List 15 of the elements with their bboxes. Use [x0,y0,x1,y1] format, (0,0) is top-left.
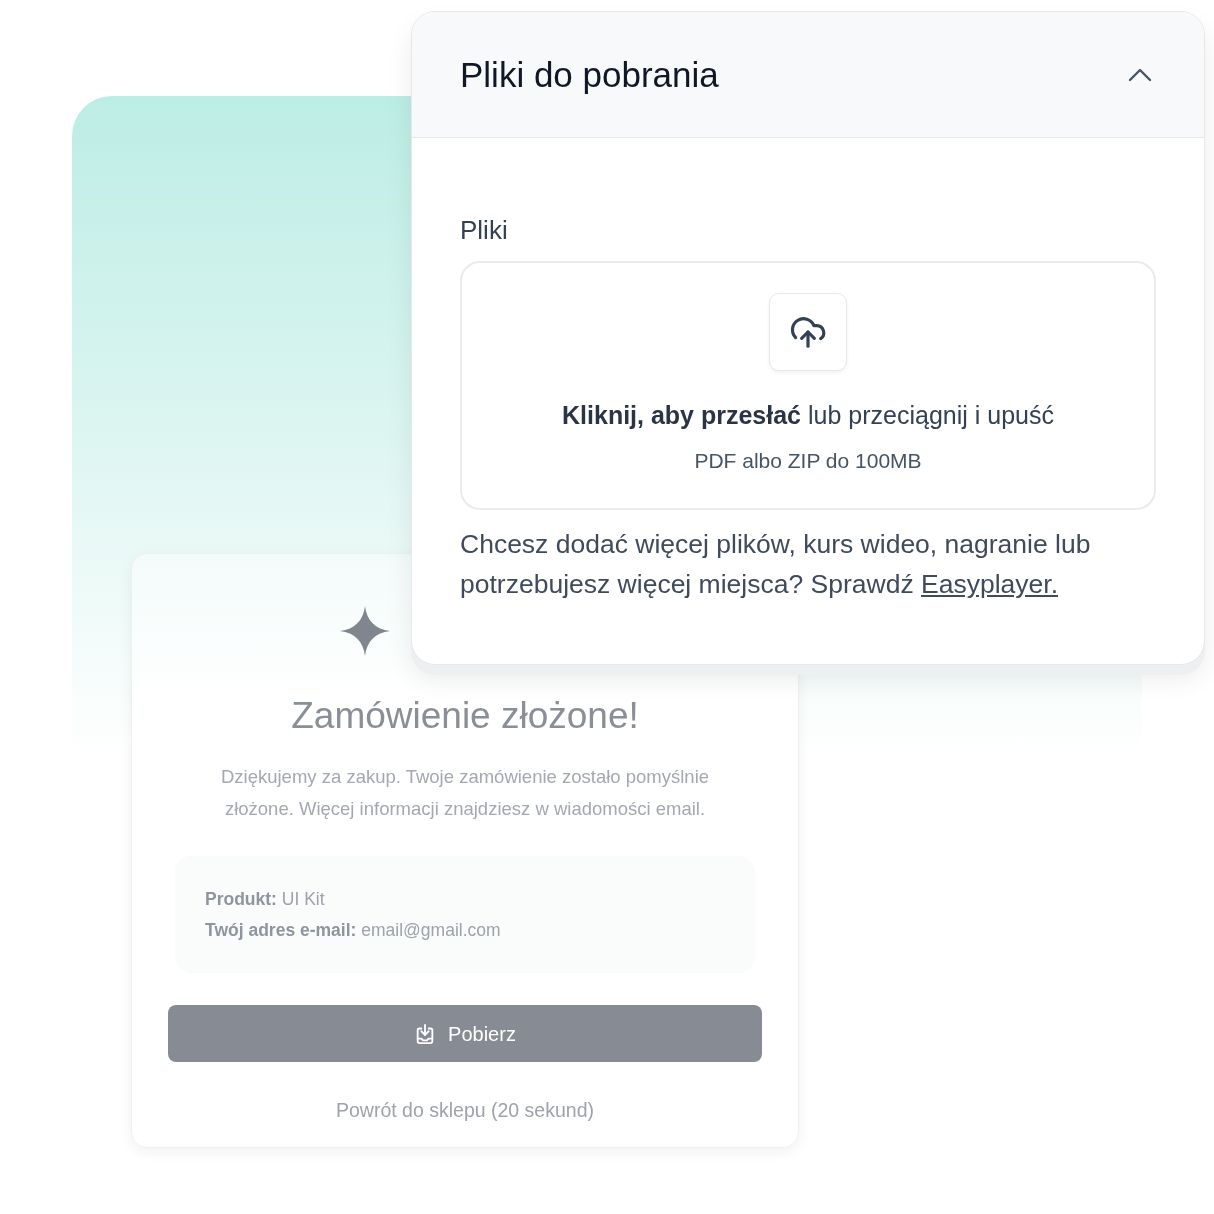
easyplayer-link[interactable]: Easyplayer. [921,569,1058,599]
upload-icon [769,293,847,371]
upload-dropzone[interactable]: Kliknij, aby przesłać lub przeciągnij i upuść PDF albo ZIP do 100MB [460,261,1156,510]
sparkle-icon [340,606,390,656]
order-detail: Twój adres e-mail: email@gmail.com [205,919,501,942]
upload-hint: PDF albo ZIP do 100MB [694,448,922,474]
panel-header[interactable]: Pliki do pobrania [412,12,1204,138]
order-message: Dziękujemy za zakup. Twoje zamówienie zostało pomyślnie złożone. Więcej informacji znajdziesz w wiadomości email. [219,765,711,821]
panel-title: Pliki do pobrania [460,53,719,96]
field-label: Pliki [460,214,508,246]
chevron-up-icon[interactable] [1128,67,1152,82]
upload-prompt: Kliknij, aby przesłać lub przeciągnij i upuść [562,400,1054,431]
order-title: Zamówienie złożone! [290,694,640,738]
storage-note: Chcesz dodać więcej plików, kurs wideo, nagranie lub potrzebujesz więcej miejsca? Sprawdź Easyplayer. [460,528,1092,601]
order-detail: Produkt: UI Kit [205,888,325,911]
